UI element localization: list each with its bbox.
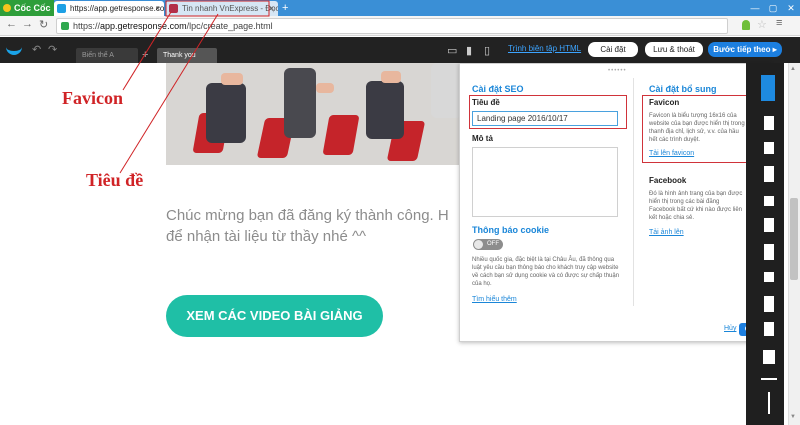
title-label: Tiêu đề xyxy=(472,98,500,107)
dialog-drag-handle[interactable]: •••••• xyxy=(608,68,627,74)
facebook-label: Facebook xyxy=(649,176,687,185)
panel-tool-icon[interactable] xyxy=(764,244,774,260)
description-label: Mô tả xyxy=(472,134,493,143)
seo-settings-heading: Cài đặt SEO xyxy=(472,84,524,94)
facebook-description: Đó là hình ảnh trang của bạn được hiển t… xyxy=(649,191,743,221)
toggle-knob xyxy=(474,240,483,249)
panel-tool-icon[interactable] xyxy=(764,166,774,182)
upload-favicon-link[interactable]: Tải lên favicon xyxy=(649,150,694,157)
scroll-down-icon[interactable]: ▼ xyxy=(790,414,796,420)
scroll-up-icon[interactable]: ▲ xyxy=(790,66,796,72)
panel-tool-icon[interactable] xyxy=(764,218,774,232)
cookie-toggle[interactable]: OFF xyxy=(473,239,503,250)
divider-icon[interactable] xyxy=(761,378,777,380)
cookie-notice-heading: Thông báo cookie xyxy=(472,225,550,235)
extra-settings-heading: Cài đặt bổ sung xyxy=(649,84,717,94)
cancel-button[interactable]: Hủy xyxy=(724,325,736,332)
panel-tool-icon[interactable] xyxy=(764,296,774,312)
favicon-description: Favicon là biểu tượng 16x16 của website … xyxy=(649,113,745,143)
paypal-icon[interactable] xyxy=(763,350,775,364)
cookie-description: Nhiều quốc gia, đặc biệt là tại Châu Âu,… xyxy=(472,257,620,287)
panel-tool-icon[interactable] xyxy=(764,116,774,130)
vertical-line-icon[interactable] xyxy=(768,392,770,414)
column-divider xyxy=(633,78,634,306)
panel-tool-icon[interactable] xyxy=(764,272,774,282)
panel-blue-tab[interactable] xyxy=(761,75,775,101)
page-settings-dialog: •••••• Cài đặt SEO Tiêu đề Mô tả Thông b… xyxy=(459,63,771,342)
page-title-input[interactable] xyxy=(472,111,618,126)
favicon-label: Favicon xyxy=(649,98,680,107)
toggle-state: OFF xyxy=(487,241,499,247)
scrollbar-thumb[interactable] xyxy=(790,198,798,280)
favicon-annotation: Favicon xyxy=(62,88,123,108)
learn-more-link[interactable]: Tìm hiểu thêm xyxy=(472,296,517,303)
upload-image-link[interactable]: Tải ảnh lên xyxy=(649,229,684,236)
panel-tool-icon[interactable] xyxy=(764,322,774,336)
panel-tool-icon[interactable] xyxy=(764,142,774,154)
panel-tool-icon[interactable] xyxy=(764,196,774,206)
title-annotation: Tiêu đề xyxy=(86,170,144,190)
description-textarea[interactable] xyxy=(472,147,618,217)
